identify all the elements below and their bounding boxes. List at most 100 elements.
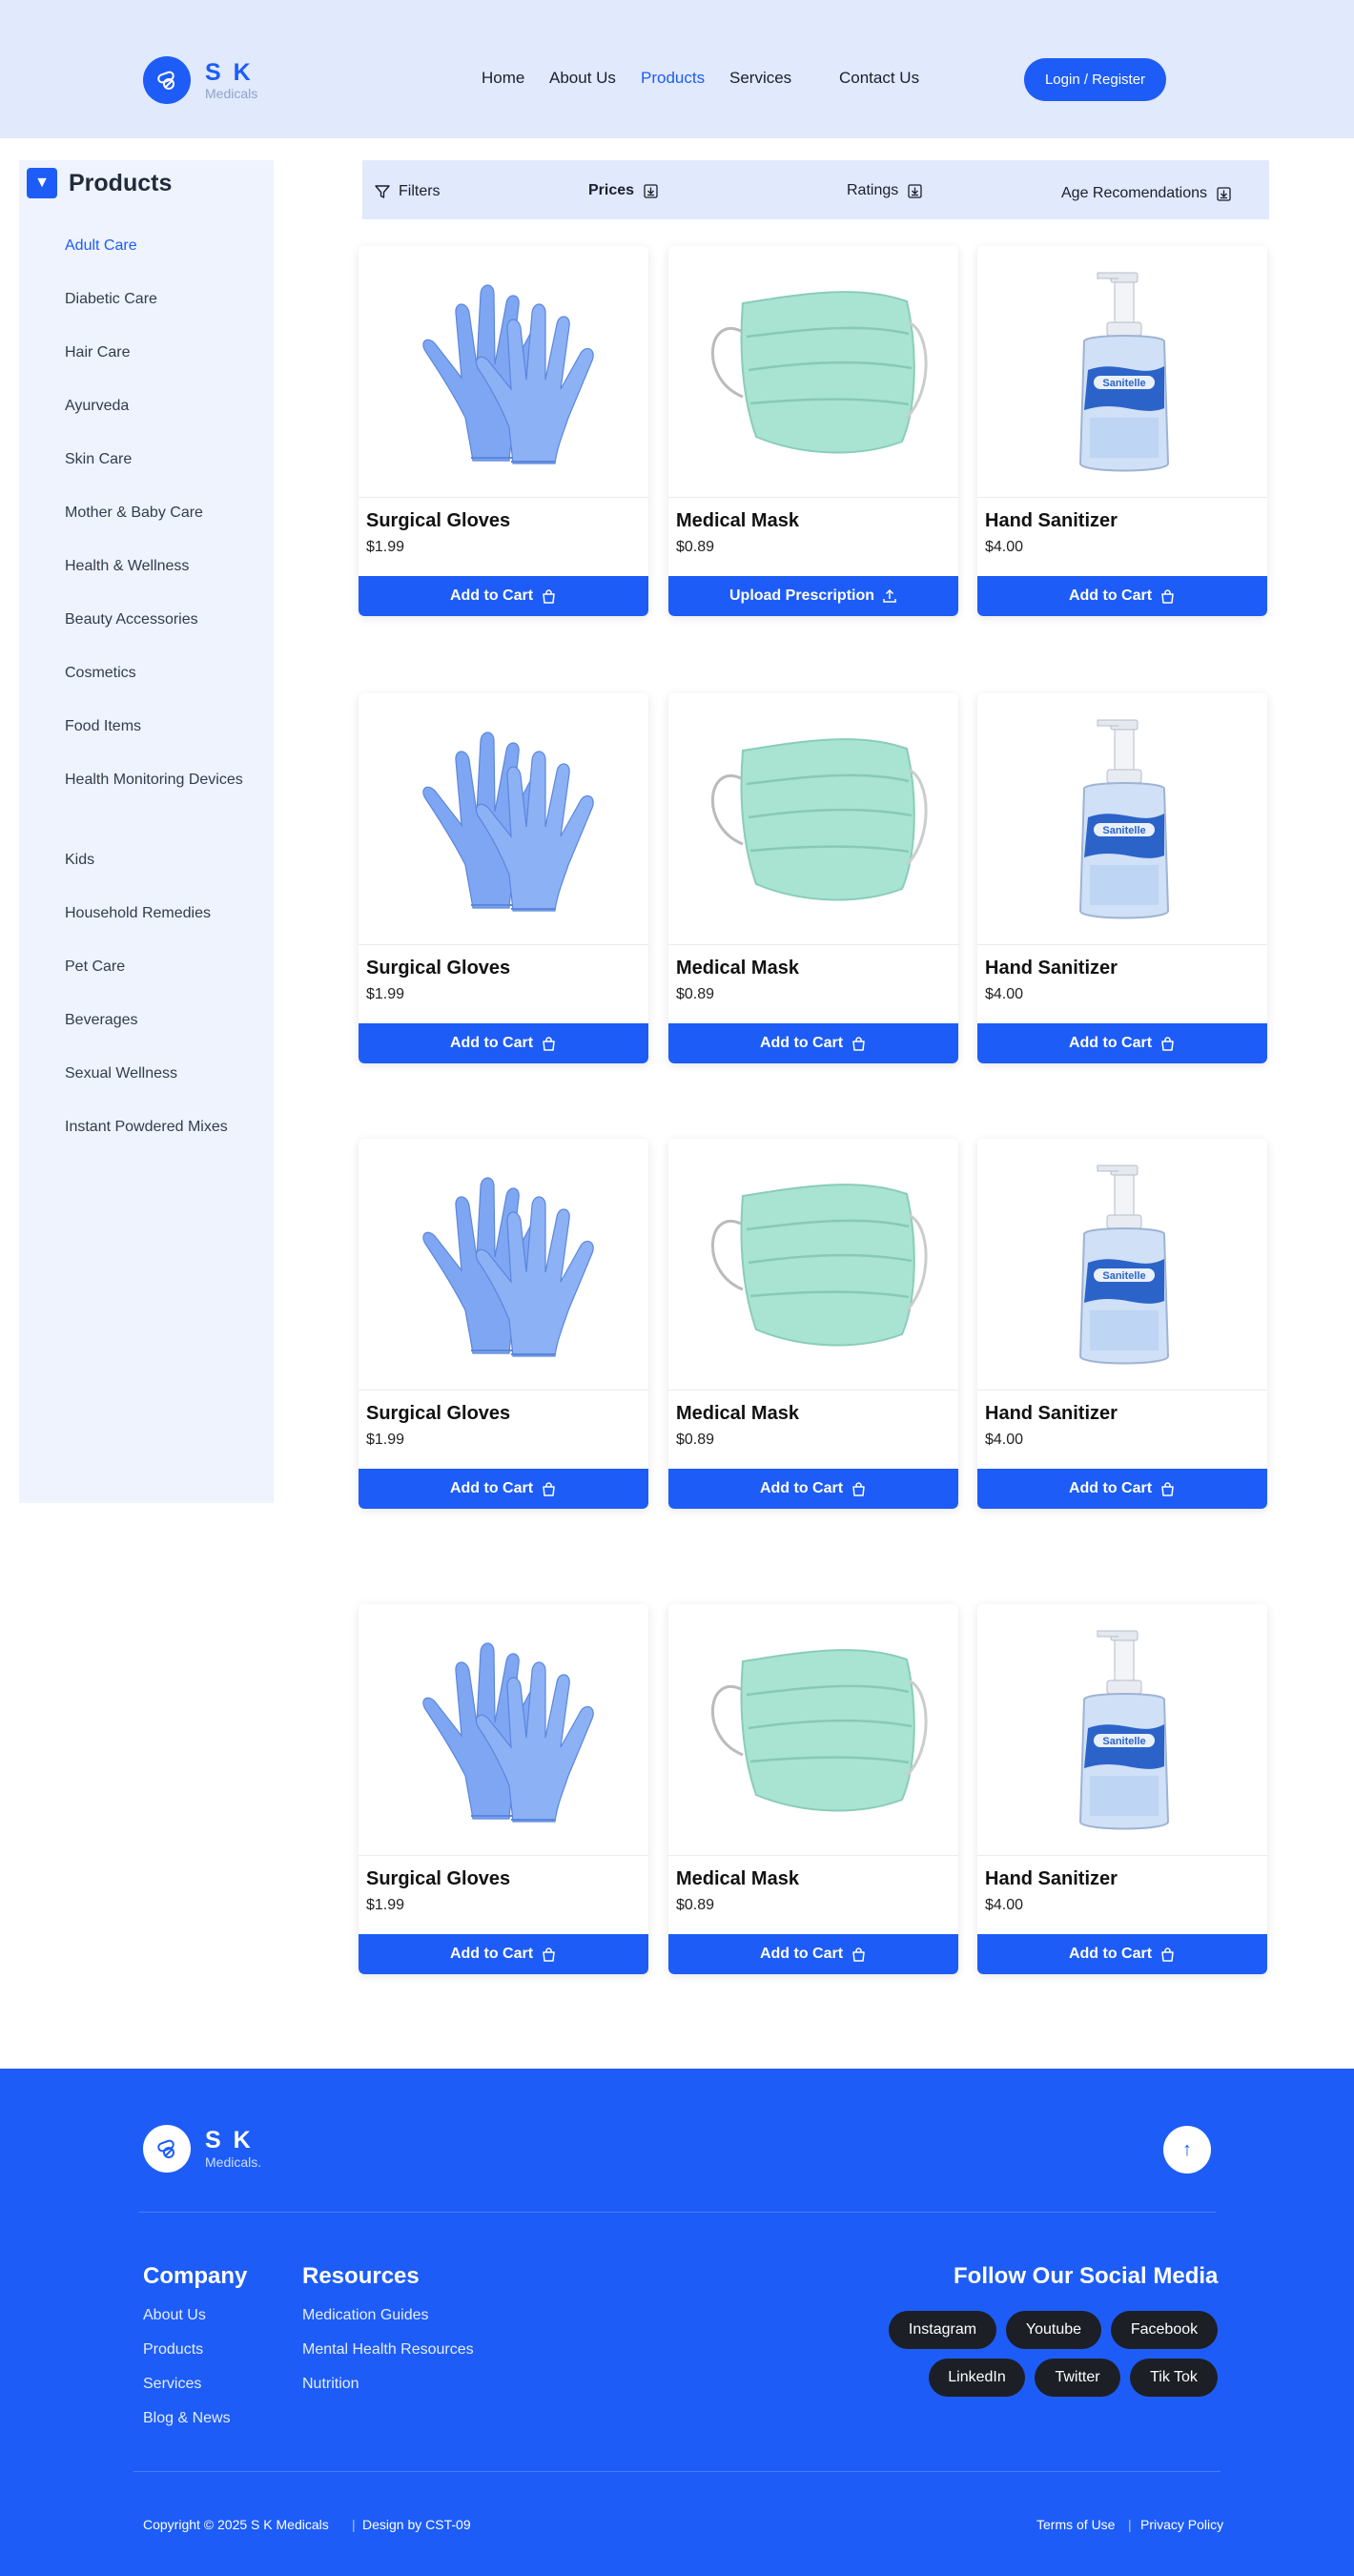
resources-heading: Resources: [302, 2263, 420, 2289]
prices-sort-button[interactable]: Prices: [588, 182, 658, 199]
product-image[interactable]: Sanitelle: [977, 1139, 1267, 1391]
company-heading: Company: [143, 2263, 248, 2289]
sidebar-item-beauty-accessories[interactable]: Beauty Accessories: [65, 610, 256, 629]
product-name[interactable]: Hand Sanitizer: [985, 1403, 1118, 1425]
scroll-to-top-button[interactable]: ↑: [1163, 2126, 1211, 2174]
nav-about-us[interactable]: About Us: [549, 69, 616, 88]
product-name[interactable]: Surgical Gloves: [366, 1403, 510, 1425]
product-card[interactable]: Surgical Gloves $1.99 Add to Cart: [359, 246, 648, 616]
footer-link-medication-guides[interactable]: Medication Guides: [302, 2307, 429, 2324]
sidebar-item-mother-baby-care[interactable]: Mother & Baby Care: [65, 504, 256, 523]
sidebar-item-skin-care[interactable]: Skin Care: [65, 450, 256, 469]
sidebar-item-hair-care[interactable]: Hair Care: [65, 343, 256, 362]
ratings-sort-button[interactable]: Ratings: [847, 182, 922, 199]
product-card[interactable]: Medical Mask $0.89 Add to Cart: [668, 1604, 958, 1974]
add-to-cart-button[interactable]: Add to Cart: [668, 1934, 958, 1974]
gloves-image: [422, 1642, 594, 1823]
product-card[interactable]: Medical Mask $0.89 Add to Cart: [668, 1139, 958, 1509]
add-to-cart-button[interactable]: Add to Cart: [668, 1469, 958, 1509]
sidebar-item-diabetic-care[interactable]: Diabetic Care: [65, 290, 256, 309]
add-to-cart-button[interactable]: Add to Cart: [359, 1023, 648, 1063]
product-name[interactable]: Hand Sanitizer: [985, 1868, 1118, 1890]
footer-link-products[interactable]: Products: [143, 2341, 203, 2359]
product-card[interactable]: Surgical Gloves $1.99 Add to Cart: [359, 1604, 648, 1974]
sidebar-item-food-items[interactable]: Food Items: [65, 717, 256, 736]
product-name[interactable]: Medical Mask: [676, 1868, 799, 1890]
sidebar-item-pet-care[interactable]: Pet Care: [65, 958, 256, 977]
sidebar-item-health-monitoring-devices[interactable]: Health Monitoring Devices: [65, 771, 256, 790]
product-name[interactable]: Hand Sanitizer: [985, 958, 1118, 979]
add-to-cart-button[interactable]: Add to Cart: [977, 576, 1267, 616]
product-image[interactable]: [668, 1139, 958, 1391]
sidebar-item-sexual-wellness[interactable]: Sexual Wellness: [65, 1064, 256, 1083]
product-image[interactable]: [668, 693, 958, 945]
product-name[interactable]: Medical Mask: [676, 958, 799, 979]
add-to-cart-button[interactable]: Add to Cart: [977, 1469, 1267, 1509]
product-card[interactable]: Sanitelle Hand Sanitizer $4.00 Add to Cart: [977, 246, 1267, 616]
gloves-image: [422, 1177, 594, 1357]
social-linkedin-button[interactable]: LinkedIn: [929, 2359, 1025, 2397]
age-recommendation-button[interactable]: Age Recomendations: [1061, 185, 1231, 202]
footer-brand[interactable]: S K Medicals.: [143, 2125, 261, 2173]
product-image[interactable]: [359, 246, 648, 498]
product-card[interactable]: Surgical Gloves $1.99 Add to Cart: [359, 1139, 648, 1509]
sidebar-item-cosmetics[interactable]: Cosmetics: [65, 664, 256, 683]
social-facebook-button[interactable]: Facebook: [1111, 2311, 1218, 2349]
sidebar-item-household-remedies[interactable]: Household Remedies: [65, 904, 256, 923]
social-youtube-button[interactable]: Youtube: [1006, 2311, 1101, 2349]
product-image[interactable]: [359, 693, 648, 945]
product-name[interactable]: Medical Mask: [676, 1403, 799, 1425]
product-image[interactable]: Sanitelle: [977, 246, 1267, 498]
add-to-cart-button[interactable]: Add to Cart: [977, 1023, 1267, 1063]
product-image[interactable]: [668, 1604, 958, 1856]
sidebar-item-health-wellness[interactable]: Health & Wellness: [65, 557, 256, 576]
nav-services[interactable]: Services: [729, 69, 791, 88]
sidebar-item-ayurveda[interactable]: Ayurveda: [65, 397, 256, 416]
filters-button[interactable]: Filters: [374, 183, 441, 200]
footer-link-services[interactable]: Services: [143, 2376, 201, 2393]
add-to-cart-button[interactable]: Add to Cart: [668, 1023, 958, 1063]
product-name[interactable]: Medical Mask: [676, 510, 799, 532]
sidebar-item-instant-powdered-mixes[interactable]: Instant Powdered Mixes: [65, 1118, 256, 1137]
nav-home[interactable]: Home: [482, 69, 524, 88]
product-card[interactable]: Medical Mask $0.89 Add to Cart: [668, 693, 958, 1063]
sidebar-item-kids[interactable]: Kids: [65, 851, 256, 870]
footer-link-about-us[interactable]: About Us: [143, 2307, 206, 2324]
product-name[interactable]: Surgical Gloves: [366, 958, 510, 979]
privacy-link[interactable]: Privacy Policy: [1140, 2517, 1223, 2532]
sidebar-item-beverages[interactable]: Beverages: [65, 1011, 256, 1030]
add-to-cart-button[interactable]: Add to Cart: [359, 576, 648, 616]
product-image[interactable]: [359, 1139, 648, 1391]
nav-contact-us[interactable]: Contact Us: [839, 69, 919, 88]
footer-link-mental-health[interactable]: Mental Health Resources: [302, 2341, 474, 2359]
add-to-cart-button[interactable]: Add to Cart: [359, 1934, 648, 1974]
login-register-button[interactable]: Login / Register: [1024, 58, 1166, 101]
product-card[interactable]: Surgical Gloves $1.99 Add to Cart: [359, 693, 648, 1063]
footer-link-blog-news[interactable]: Blog & News: [143, 2410, 231, 2427]
footer-link-nutrition[interactable]: Nutrition: [302, 2376, 359, 2393]
upload-prescription-button[interactable]: Upload Prescription: [668, 576, 958, 616]
social-tiktok-button[interactable]: Tik Tok: [1130, 2359, 1218, 2397]
product-card[interactable]: Sanitelle Hand Sanitizer $4.00 Add to Cart: [977, 1604, 1267, 1974]
social-instagram-button[interactable]: Instagram: [889, 2311, 996, 2349]
product-name[interactable]: Hand Sanitizer: [985, 510, 1118, 532]
product-card[interactable]: Sanitelle Hand Sanitizer $4.00 Add to Cart: [977, 693, 1267, 1063]
product-card[interactable]: Sanitelle Hand Sanitizer $4.00 Add to Cart: [977, 1139, 1267, 1509]
collapse-toggle-icon[interactable]: ▼: [27, 168, 57, 198]
social-twitter-button[interactable]: Twitter: [1035, 2359, 1120, 2397]
add-to-cart-button[interactable]: Add to Cart: [977, 1934, 1267, 1974]
sidebar-item-adult-care[interactable]: Adult Care: [65, 237, 256, 256]
product-card[interactable]: Medical Mask $0.89 Upload Prescription: [668, 246, 958, 616]
product-image[interactable]: Sanitelle: [977, 693, 1267, 945]
button-label: Add to Cart: [449, 587, 534, 604]
terms-link[interactable]: Terms of Use: [1036, 2517, 1115, 2532]
product-image[interactable]: [359, 1604, 648, 1856]
product-name[interactable]: Surgical Gloves: [366, 1868, 510, 1890]
product-image[interactable]: Sanitelle: [977, 1604, 1267, 1856]
product-name[interactable]: Surgical Gloves: [366, 510, 510, 532]
add-to-cart-button[interactable]: Add to Cart: [359, 1469, 648, 1509]
product-image[interactable]: [668, 246, 958, 498]
nav-products[interactable]: Products: [641, 69, 705, 88]
brand-logo[interactable]: S K Medicals: [143, 56, 257, 104]
sanitizer-image: Sanitelle: [1078, 272, 1170, 472]
